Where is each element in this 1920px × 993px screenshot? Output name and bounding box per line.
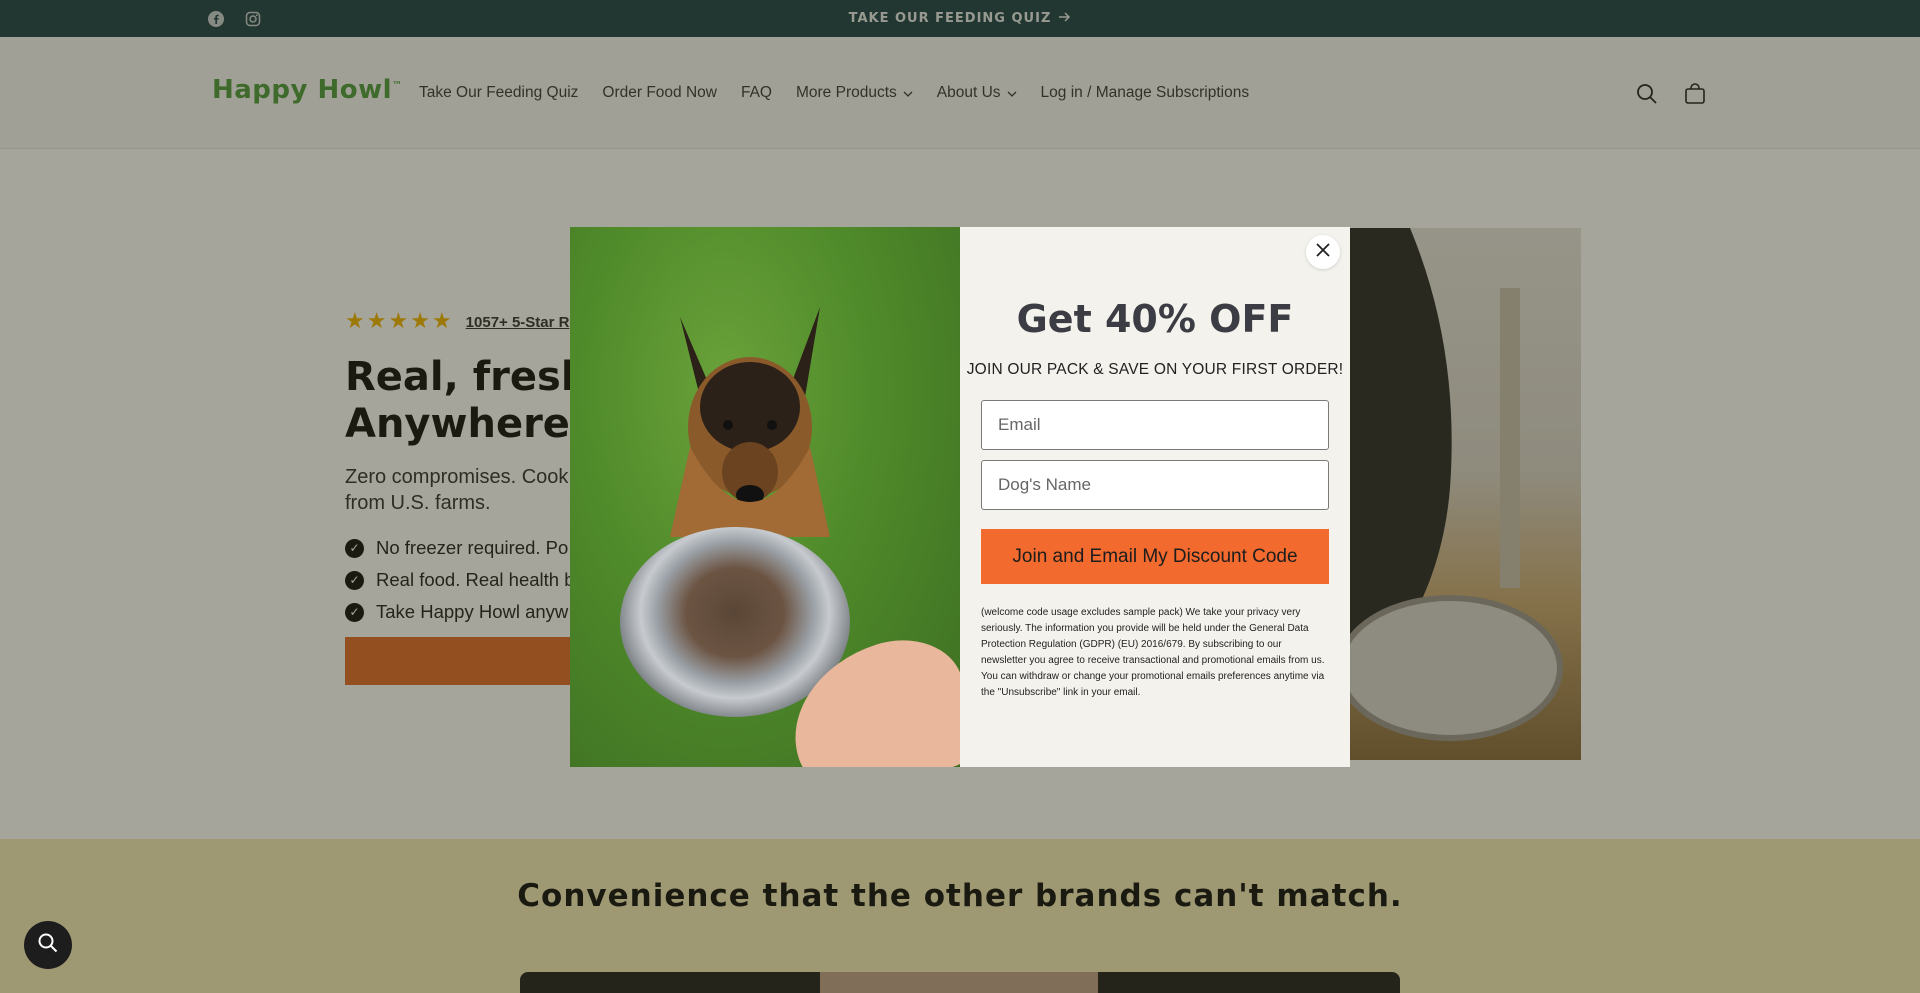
search-icon [37,932,59,958]
discount-popup: Get 40% OFF JOIN OUR PACK & SAVE ON YOUR… [570,227,1350,767]
popup-subtitle: JOIN OUR PACK & SAVE ON YOUR FIRST ORDER… [966,361,1344,378]
dog-name-field[interactable] [981,460,1329,510]
dog-illustration [670,307,830,537]
email-field[interactable] [981,400,1329,450]
join-button[interactable]: Join and Email My Discount Code [981,529,1329,584]
popup-title: Get 40% OFF [1016,297,1294,341]
close-button[interactable] [1306,235,1340,269]
legal-text: (welcome code usage excludes sample pack… [981,607,1325,698]
close-icon [1315,242,1331,262]
dog-photo [570,227,960,767]
popup-form: Get 40% OFF JOIN OUR PACK & SAVE ON YOUR… [960,227,1350,767]
search-chat-button[interactable] [24,921,72,969]
